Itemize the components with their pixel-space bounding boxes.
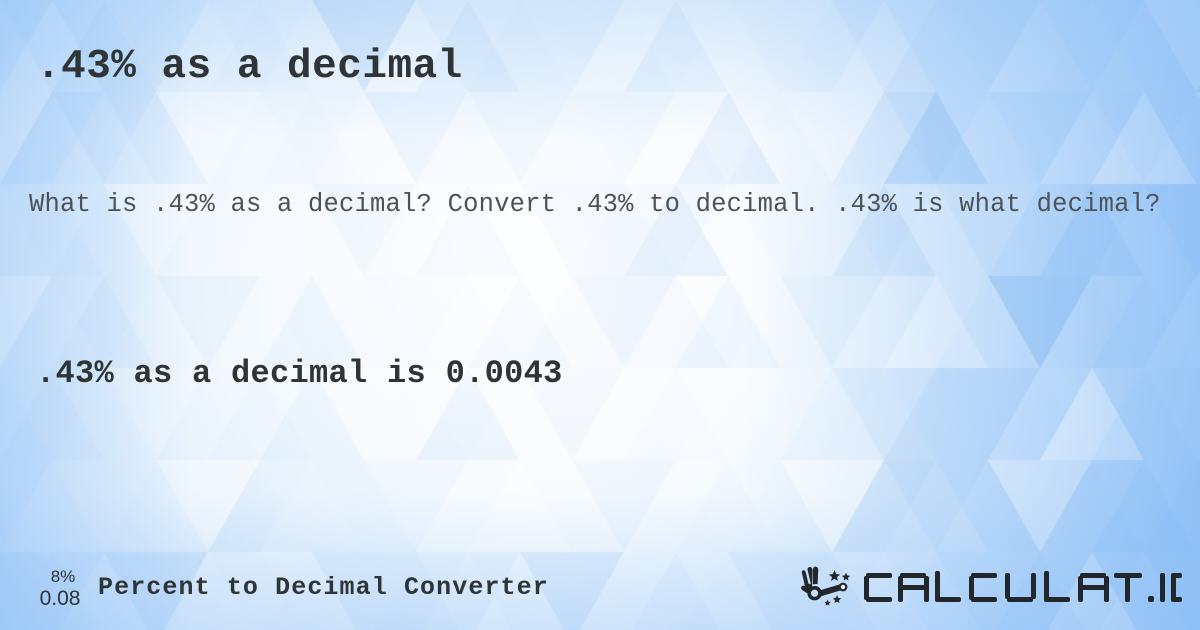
footer: 8% 0.08 Percent to Decimal Converter xyxy=(0,544,1200,630)
footer-left-group: 8% 0.08 Percent to Decimal Converter xyxy=(36,566,549,609)
brand-wordmark xyxy=(862,563,1182,611)
converter-name-label: Percent to Decimal Converter xyxy=(98,572,549,602)
decimal-example-label: 0.08 xyxy=(39,586,81,610)
answer-statement: .43% as a decimal is 0.0043 xyxy=(36,355,563,392)
page-title: .43% as a decimal xyxy=(36,44,463,90)
percent-example-label: 8% xyxy=(50,566,76,586)
percent-to-decimal-icon: 8% 0.08 xyxy=(36,566,84,609)
calculatio-logo[interactable] xyxy=(798,563,1186,611)
poster-content: .43% as a decimal What is .43% as a deci… xyxy=(0,0,1200,630)
page-description: What is .43% as a decimal? Convert .43% … xyxy=(29,190,1161,219)
magic-wand-hand-icon xyxy=(798,563,860,611)
